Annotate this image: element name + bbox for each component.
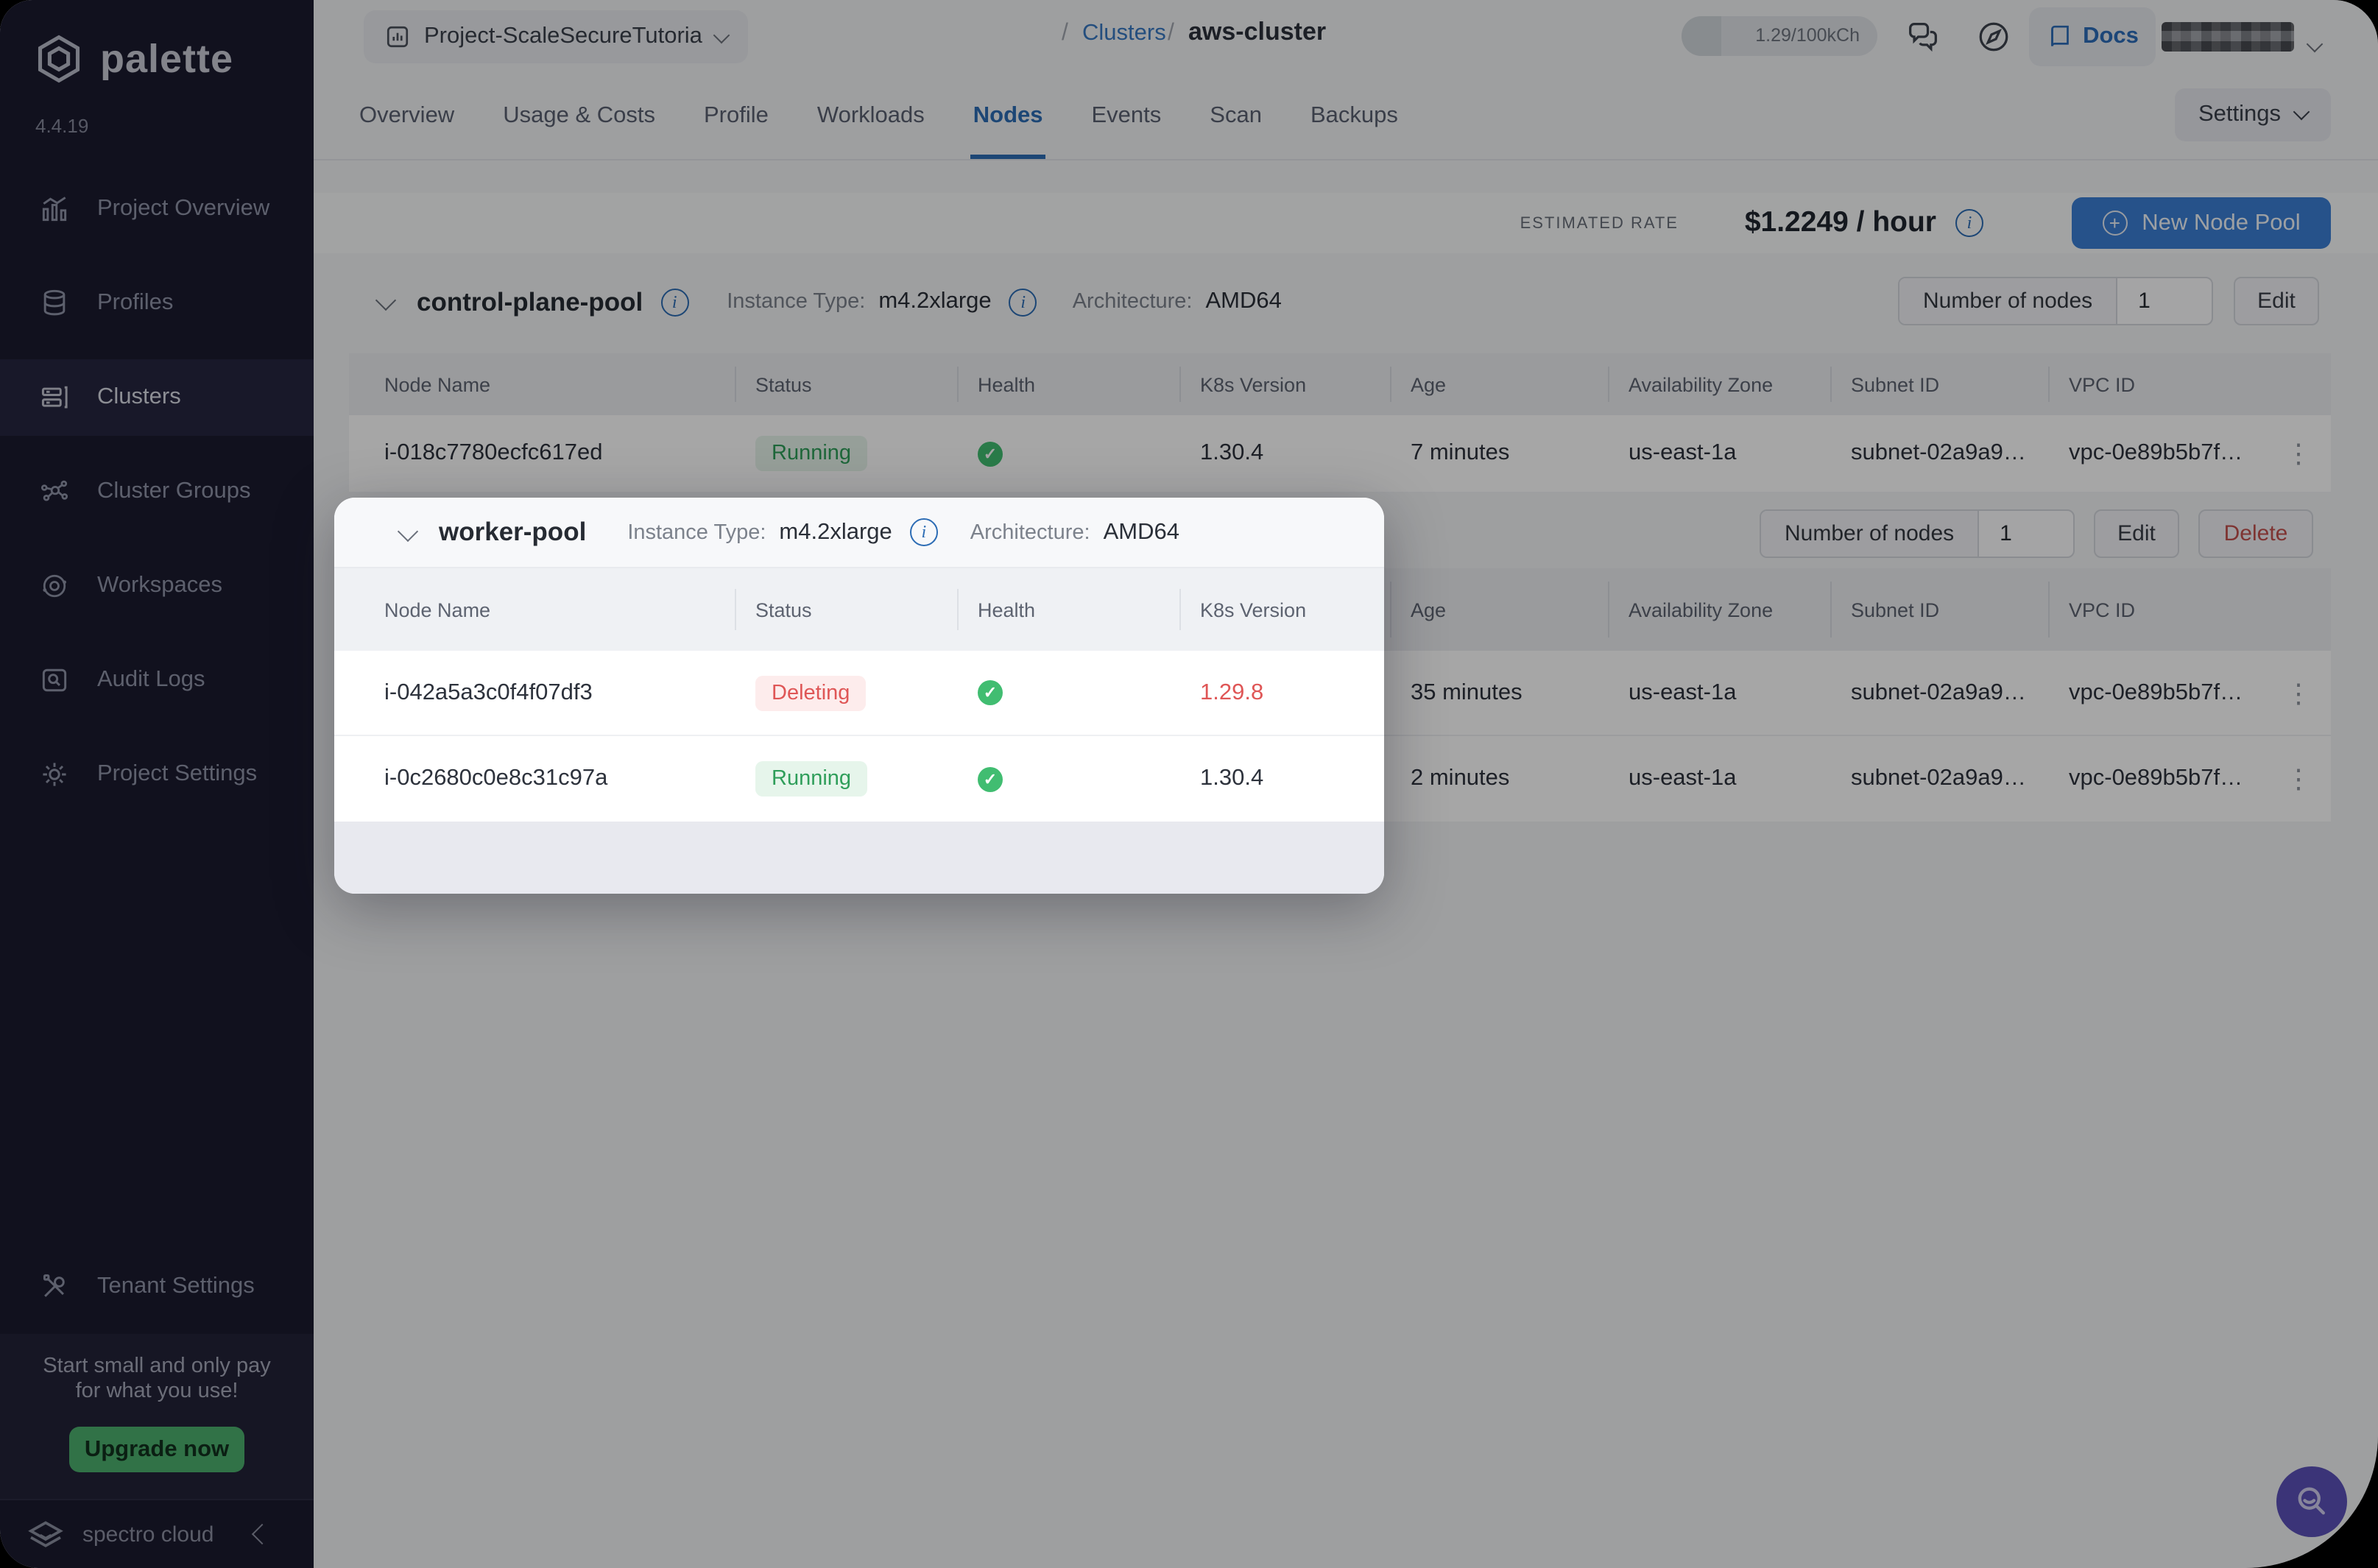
column-header: Health <box>978 568 1200 651</box>
worker-pool-header: worker-pool Instance Type: m4.2xlarge i … <box>334 498 1384 568</box>
k8s-version: 1.29.8 <box>1200 679 1384 706</box>
worker-pool-spotlight: worker-pool Instance Type: m4.2xlarge i … <box>334 498 1384 894</box>
column-header: Status <box>755 568 978 651</box>
instance-type-value: m4.2xlarge <box>779 519 892 545</box>
node-name: i-042a5a3c0f4f07df3 <box>384 679 755 706</box>
table-row: i-042a5a3c0f4f07df3 Deleting ✓ 1.29.8 <box>334 651 1384 736</box>
modal-footer <box>334 822 1384 894</box>
status-badge: Running <box>755 761 867 797</box>
column-header: Node Name <box>384 568 755 651</box>
architecture-label: Architecture: <box>970 520 1090 544</box>
status-badge: Deleting <box>755 675 866 710</box>
architecture-value: AMD64 <box>1104 519 1179 545</box>
instance-type-label: Instance Type: <box>627 520 766 544</box>
table-row: i-0c2680c0e8c31c97a Running ✓ 1.30.4 <box>334 736 1384 822</box>
check-icon: ✓ <box>978 766 1003 791</box>
collapse-pool-chevron[interactable] <box>401 519 415 545</box>
app-window: palette 4.4.19 Project Overview Profiles <box>0 0 2378 1568</box>
column-header: K8s Version <box>1200 568 1384 651</box>
info-icon[interactable]: i <box>910 518 938 546</box>
node-name: i-0c2680c0e8c31c97a <box>384 766 755 792</box>
k8s-version: 1.30.4 <box>1200 766 1384 792</box>
check-icon: ✓ <box>978 680 1003 705</box>
table-header-row: Node Name Status Health K8s Version <box>334 568 1384 651</box>
pool-name: worker-pool <box>439 517 586 548</box>
